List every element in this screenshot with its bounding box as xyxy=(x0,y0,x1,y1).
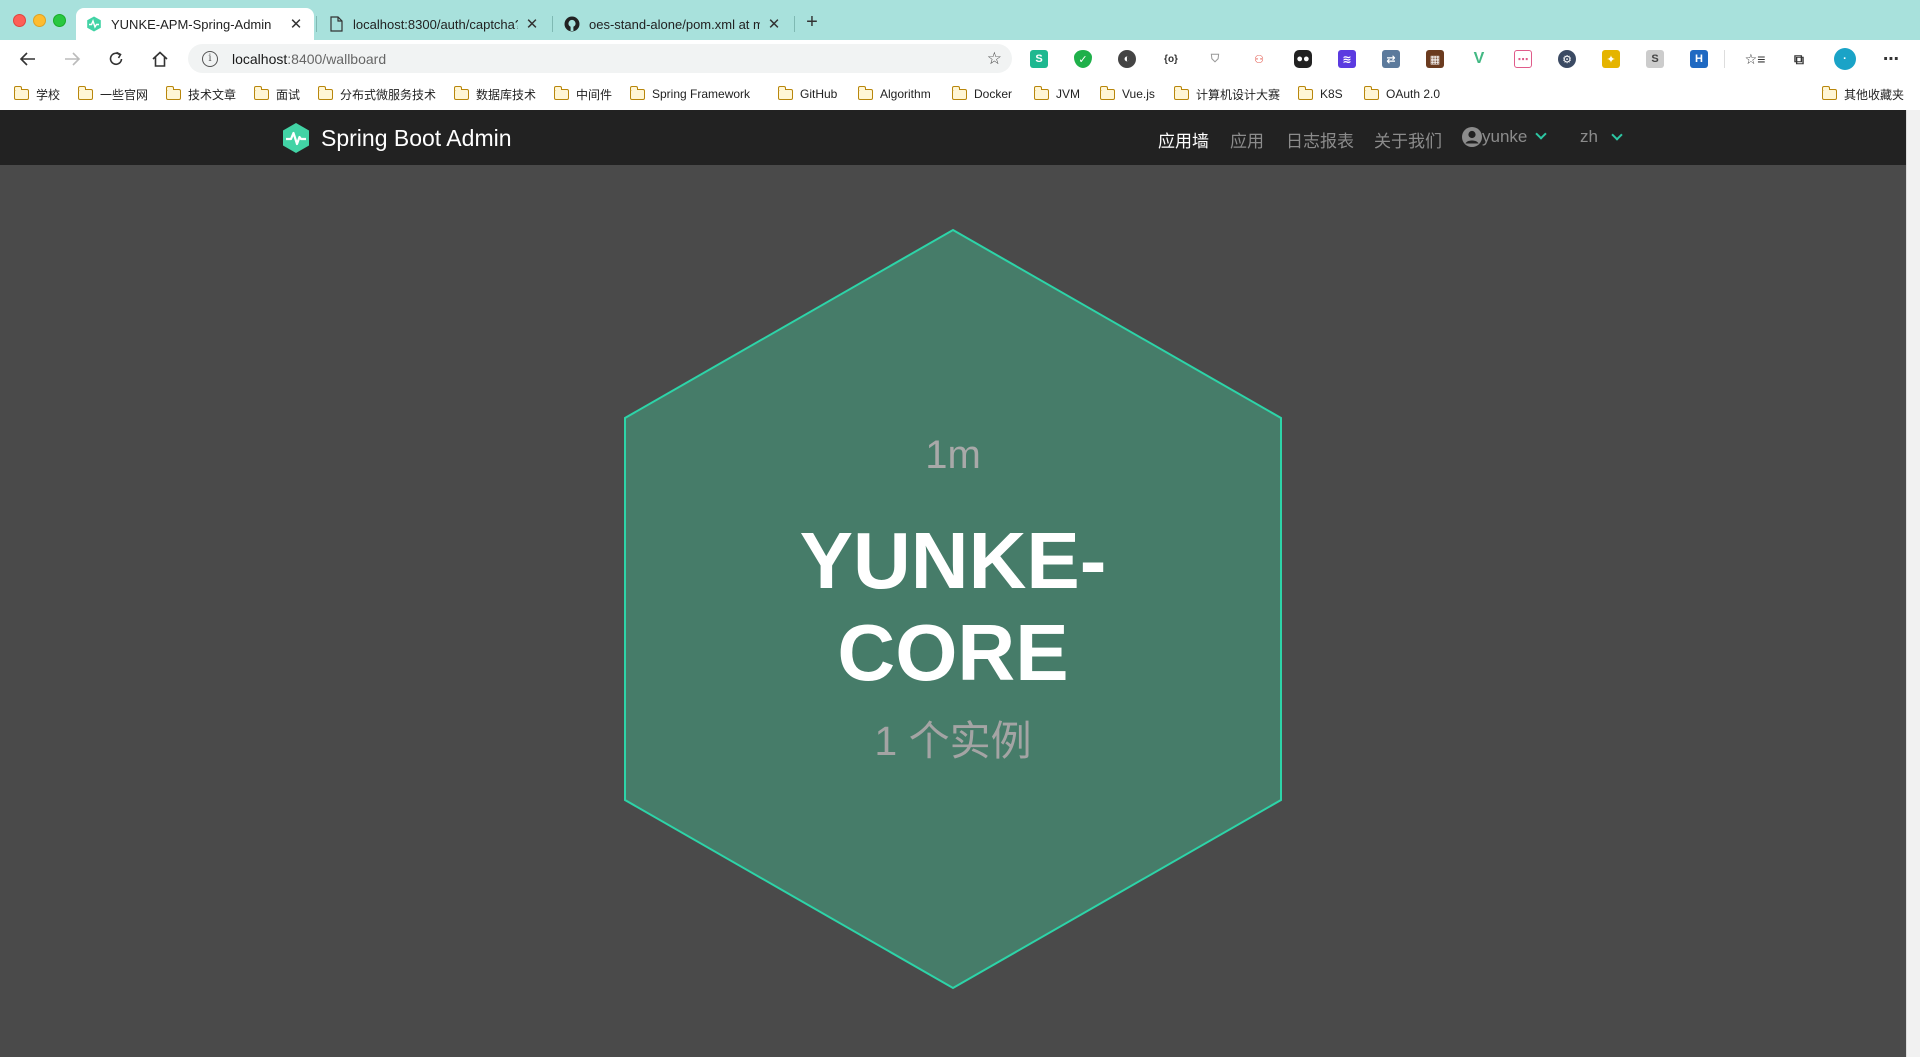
folder-icon xyxy=(165,85,181,100)
folder-icon xyxy=(317,85,333,100)
gear-extension-icon[interactable]: ⚙ xyxy=(1558,50,1576,68)
site-info-icon[interactable]: i xyxy=(202,50,218,67)
application-name-line2: CORE xyxy=(837,608,1069,697)
profile-avatar-icon[interactable]: · xyxy=(1834,48,1856,70)
application-instance-count: 1 个实例 xyxy=(874,718,1032,764)
sider-extension-icon[interactable]: S xyxy=(1030,50,1048,68)
tab-title: YUNKE-APM-Spring-Admin xyxy=(111,16,272,32)
swap-extension-icon[interactable]: ⇄ xyxy=(1382,50,1400,68)
tab-separator xyxy=(316,16,317,32)
badge-extension-icon[interactable]: ⛉ xyxy=(1206,50,1224,68)
url-path: :8400/wallboard xyxy=(287,50,387,67)
bookmark-folder[interactable]: 一些官网 xyxy=(77,84,148,104)
bookmark-folder[interactable]: Docker xyxy=(951,84,1012,104)
collections-icon[interactable]: ⧉ xyxy=(1790,50,1808,68)
page-content: Spring Boot Admin 应用墙 应用 日志报表 关于我们 yunke… xyxy=(0,110,1906,1057)
favorites-list-icon[interactable]: ☆≡ xyxy=(1745,50,1765,68)
browser-window: YUNKE-APM-Spring-Admin ✕ localhost:8300/… xyxy=(0,0,1920,1057)
bookmark-folder[interactable]: K8S xyxy=(1297,84,1343,104)
folder-icon xyxy=(1033,85,1049,100)
shield-extension-icon[interactable]: ✓ xyxy=(1074,50,1092,68)
folder-icon xyxy=(1297,85,1313,100)
circle-extension-icon[interactable]: ◐ xyxy=(1118,50,1136,68)
tab-close-icon[interactable]: ✕ xyxy=(288,15,304,33)
tab-captcha[interactable]: localhost:8300/auth/captcha?i ✕ xyxy=(318,8,550,40)
bookmark-folder[interactable]: 面试 xyxy=(253,84,300,104)
new-tab-button[interactable]: + xyxy=(800,10,824,34)
json-extension-icon[interactable]: {o} xyxy=(1162,50,1180,68)
maximize-window-button[interactable] xyxy=(53,14,66,27)
s-extension-icon[interactable]: S xyxy=(1646,50,1664,68)
more-menu-icon[interactable]: ⋯ xyxy=(1882,50,1900,68)
bookmark-folder[interactable]: 技术文章 xyxy=(165,84,236,104)
address-bar[interactable]: i localhost:8400/wallboard ☆ xyxy=(188,44,1012,73)
back-button[interactable] xyxy=(14,46,42,72)
tab-yunke-apm[interactable]: YUNKE-APM-Spring-Admin ✕ xyxy=(76,8,314,40)
tab-title: localhost:8300/auth/captcha?i xyxy=(353,16,518,32)
folder-icon xyxy=(777,85,793,100)
folder-icon xyxy=(77,85,93,100)
bookmark-folder[interactable]: Algorithm xyxy=(857,84,931,104)
github-icon xyxy=(564,16,580,32)
bookmark-folder[interactable]: JVM xyxy=(1033,84,1080,104)
folder-icon xyxy=(13,85,29,100)
browser-toolbar: i localhost:8400/wallboard ☆ S ✓ ◐ {o} ⛉… xyxy=(0,40,1920,78)
folder-icon xyxy=(629,85,645,100)
bookmark-folder[interactable]: 分布式微服务技术 xyxy=(317,84,436,104)
layers-extension-icon[interactable]: ≋ xyxy=(1338,50,1356,68)
toolbar-divider xyxy=(1724,50,1725,68)
folder-icon xyxy=(453,85,469,100)
page-icon xyxy=(328,16,344,32)
folder-icon xyxy=(553,85,569,100)
tab-close-icon[interactable]: ✕ xyxy=(524,15,540,33)
folder-icon xyxy=(253,85,269,100)
minimize-window-button[interactable] xyxy=(33,14,46,27)
tampermonkey-extension-icon[interactable]: ●● xyxy=(1294,50,1312,68)
bookmark-folder[interactable]: Vue.js xyxy=(1099,84,1155,104)
tab-separator xyxy=(794,16,795,32)
bookmark-folder[interactable]: GitHub xyxy=(777,84,837,104)
tab-github[interactable]: oes-stand-alone/pom.xml at m ✕ xyxy=(554,8,792,40)
bookmarks-bar: 学校 一些官网 技术文章 面试 分布式微服务技术 数据库技术 中间件 Sprin… xyxy=(0,78,1920,110)
spring-admin-icon xyxy=(86,16,102,32)
other-bookmarks-folder[interactable]: 其他收藏夹 xyxy=(1821,84,1904,104)
bookmark-folder[interactable]: 学校 xyxy=(13,84,60,104)
bookmark-folder[interactable]: Spring Framework xyxy=(629,84,750,104)
application-name-line1: YUNKE- xyxy=(799,516,1107,605)
bookmark-folder[interactable]: 中间件 xyxy=(553,84,612,104)
folder-icon xyxy=(1173,85,1189,100)
bookmark-folder[interactable]: OAuth 2.0 xyxy=(1363,84,1440,104)
url-host: localhost xyxy=(232,50,288,67)
puzzle-extension-icon[interactable]: ✦ xyxy=(1602,50,1620,68)
home-button[interactable] xyxy=(146,46,174,72)
folder-icon xyxy=(857,85,873,100)
tab-strip: YUNKE-APM-Spring-Admin ✕ localhost:8300/… xyxy=(0,0,1920,40)
chat-extension-icon[interactable]: ⋯ xyxy=(1514,50,1532,68)
vue-devtools-icon[interactable]: V xyxy=(1470,50,1488,68)
close-window-button[interactable] xyxy=(13,14,26,27)
h-extension-icon[interactable]: H xyxy=(1690,50,1708,68)
tab-close-icon[interactable]: ✕ xyxy=(766,15,782,33)
bookmark-star-icon[interactable]: ☆ xyxy=(987,49,1002,69)
tab-separator xyxy=(552,16,553,32)
bookmark-folder[interactable]: 计算机设计大赛 xyxy=(1173,84,1280,104)
application-uptime: 1m xyxy=(925,433,981,477)
tab-title: oes-stand-alone/pom.xml at m xyxy=(589,16,760,32)
graph-extension-icon[interactable]: ⚇ xyxy=(1250,50,1268,68)
folder-icon xyxy=(1099,85,1115,100)
bookmark-folder[interactable]: 数据库技术 xyxy=(453,84,536,104)
folder-icon xyxy=(1363,85,1379,100)
page-scrollbar[interactable] xyxy=(1906,110,1920,1057)
avatar-extension-icon[interactable]: ▦ xyxy=(1426,50,1444,68)
folder-icon xyxy=(951,85,967,100)
application-name: YUNKE- CORE xyxy=(623,515,1283,699)
folder-icon xyxy=(1821,85,1837,100)
forward-button[interactable] xyxy=(58,46,86,72)
reload-button[interactable] xyxy=(102,46,130,72)
